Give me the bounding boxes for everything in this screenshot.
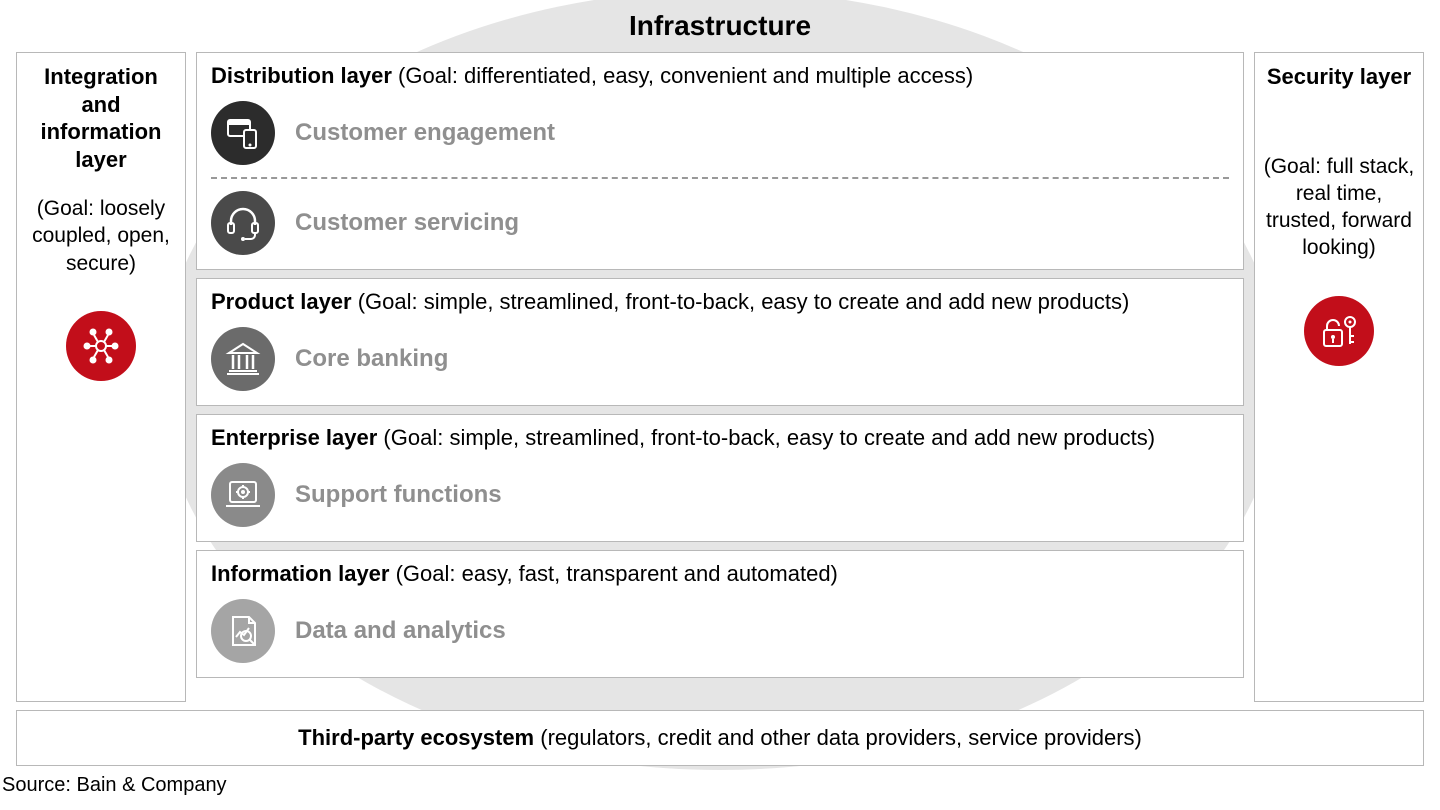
main-grid: Integration and information layer (Goal:…: [16, 52, 1424, 702]
enterprise-title: Enterprise layer (Goal: simple, streamli…: [211, 425, 1229, 451]
dashed-divider: [211, 177, 1229, 179]
product-title-rest: (Goal: simple, streamlined, front-to-bac…: [352, 289, 1130, 314]
devices-icon: [211, 101, 275, 165]
enterprise-title-bold: Enterprise layer: [211, 425, 377, 450]
information-title-rest: (Goal: easy, fast, transparent and autom…: [389, 561, 837, 586]
data-analytics-label: Data and analytics: [295, 617, 506, 645]
bank-icon: [211, 327, 275, 391]
data-analytics-row: Data and analytics: [211, 593, 1229, 669]
information-title-bold: Information layer: [211, 561, 389, 586]
analytics-icon: [211, 599, 275, 663]
distribution-title-bold: Distribution layer: [211, 63, 392, 88]
information-layer-box: Information layer (Goal: easy, fast, tra…: [196, 550, 1244, 678]
customer-servicing-row: Customer servicing: [211, 185, 1229, 261]
main-title: Infrastructure: [629, 10, 811, 41]
security-goal: (Goal: full stack, real time, trusted, f…: [1263, 153, 1415, 262]
title-row: Infrastructure: [16, 10, 1424, 42]
product-title: Product layer (Goal: simple, streamlined…: [211, 289, 1229, 315]
security-layer-column: Security layer (Goal: full stack, real t…: [1254, 52, 1424, 702]
third-party-ecosystem-box: Third-party ecosystem (regulators, credi…: [16, 710, 1424, 766]
third-party-title-rest: (regulators, credit and other data provi…: [534, 725, 1142, 750]
distribution-title: Distribution layer (Goal: differentiated…: [211, 63, 1229, 89]
network-icon: [66, 311, 136, 381]
security-heading: Security layer: [1267, 63, 1411, 91]
support-functions-row: Support functions: [211, 457, 1229, 533]
headset-icon: [211, 191, 275, 255]
integration-goal: (Goal: loosely coupled, open, secure): [25, 195, 177, 277]
enterprise-layer-box: Enterprise layer (Goal: simple, streamli…: [196, 414, 1244, 542]
customer-engagement-label: Customer engagement: [295, 119, 555, 147]
diagram-container: Infrastructure Integration and informati…: [0, 0, 1440, 797]
center-stack: Distribution layer (Goal: differentiated…: [196, 52, 1244, 702]
product-title-bold: Product layer: [211, 289, 352, 314]
customer-engagement-row: Customer engagement: [211, 95, 1229, 171]
distribution-title-rest: (Goal: differentiated, easy, convenient …: [392, 63, 973, 88]
integration-layer-column: Integration and information layer (Goal:…: [16, 52, 186, 702]
information-title: Information layer (Goal: easy, fast, tra…: [211, 561, 1229, 587]
distribution-layer-box: Distribution layer (Goal: differentiated…: [196, 52, 1244, 270]
product-layer-box: Product layer (Goal: simple, streamlined…: [196, 278, 1244, 406]
third-party-title: Third-party ecosystem (regulators, credi…: [31, 725, 1409, 751]
enterprise-title-rest: (Goal: simple, streamlined, front-to-bac…: [377, 425, 1155, 450]
lock-key-icon: [1304, 296, 1374, 366]
gear-laptop-icon: [211, 463, 275, 527]
support-functions-label: Support functions: [295, 481, 502, 509]
integration-heading: Integration and information layer: [25, 63, 177, 173]
third-party-title-bold: Third-party ecosystem: [298, 725, 534, 750]
core-banking-row: Core banking: [211, 321, 1229, 397]
source-attribution: Source: Bain & Company: [2, 774, 1424, 797]
customer-servicing-label: Customer servicing: [295, 209, 519, 237]
core-banking-label: Core banking: [295, 345, 448, 373]
